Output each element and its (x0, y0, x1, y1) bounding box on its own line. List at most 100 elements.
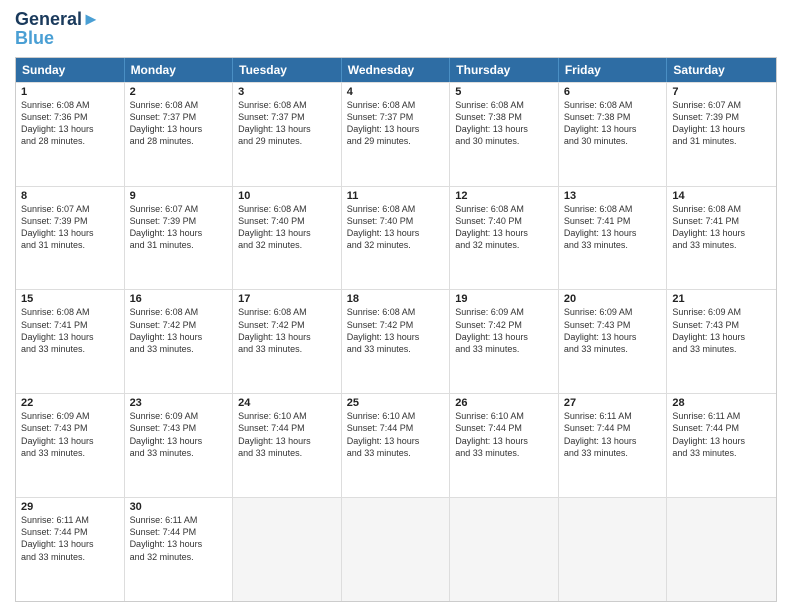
day-cell-15: 15Sunrise: 6:08 AM Sunset: 7:41 PM Dayli… (16, 290, 125, 393)
calendar-body: 1Sunrise: 6:08 AM Sunset: 7:36 PM Daylig… (16, 82, 776, 601)
day-number: 2 (130, 86, 228, 98)
day-cell-11: 11Sunrise: 6:08 AM Sunset: 7:40 PM Dayli… (342, 187, 451, 290)
day-number: 7 (672, 86, 771, 98)
empty-cell (342, 498, 451, 601)
header-cell-wednesday: Wednesday (342, 58, 451, 82)
day-number: 3 (238, 86, 336, 98)
day-number: 29 (21, 501, 119, 513)
day-cell-5: 5Sunrise: 6:08 AM Sunset: 7:38 PM Daylig… (450, 83, 559, 186)
day-cell-2: 2Sunrise: 6:08 AM Sunset: 7:37 PM Daylig… (125, 83, 234, 186)
day-info: Sunrise: 6:08 AM Sunset: 7:40 PM Dayligh… (238, 203, 336, 252)
calendar-row-0: 1Sunrise: 6:08 AM Sunset: 7:36 PM Daylig… (16, 82, 776, 186)
day-info: Sunrise: 6:10 AM Sunset: 7:44 PM Dayligh… (238, 410, 336, 459)
calendar-row-4: 29Sunrise: 6:11 AM Sunset: 7:44 PM Dayli… (16, 497, 776, 601)
calendar-header: SundayMondayTuesdayWednesdayThursdayFrid… (16, 58, 776, 82)
day-info: Sunrise: 6:08 AM Sunset: 7:37 PM Dayligh… (347, 99, 445, 148)
day-info: Sunrise: 6:10 AM Sunset: 7:44 PM Dayligh… (347, 410, 445, 459)
calendar-row-1: 8Sunrise: 6:07 AM Sunset: 7:39 PM Daylig… (16, 186, 776, 290)
day-number: 13 (564, 190, 662, 202)
day-number: 23 (130, 397, 228, 409)
day-cell-21: 21Sunrise: 6:09 AM Sunset: 7:43 PM Dayli… (667, 290, 776, 393)
day-number: 11 (347, 190, 445, 202)
day-cell-3: 3Sunrise: 6:08 AM Sunset: 7:37 PM Daylig… (233, 83, 342, 186)
day-cell-4: 4Sunrise: 6:08 AM Sunset: 7:37 PM Daylig… (342, 83, 451, 186)
day-number: 16 (130, 293, 228, 305)
header: General► Blue (15, 10, 777, 49)
day-cell-26: 26Sunrise: 6:10 AM Sunset: 7:44 PM Dayli… (450, 394, 559, 497)
calendar-row-3: 22Sunrise: 6:09 AM Sunset: 7:43 PM Dayli… (16, 393, 776, 497)
day-cell-16: 16Sunrise: 6:08 AM Sunset: 7:42 PM Dayli… (125, 290, 234, 393)
day-number: 15 (21, 293, 119, 305)
day-info: Sunrise: 6:09 AM Sunset: 7:42 PM Dayligh… (455, 306, 553, 355)
day-info: Sunrise: 6:08 AM Sunset: 7:38 PM Dayligh… (564, 99, 662, 148)
day-info: Sunrise: 6:09 AM Sunset: 7:43 PM Dayligh… (130, 410, 228, 459)
day-info: Sunrise: 6:09 AM Sunset: 7:43 PM Dayligh… (564, 306, 662, 355)
day-info: Sunrise: 6:09 AM Sunset: 7:43 PM Dayligh… (21, 410, 119, 459)
day-number: 9 (130, 190, 228, 202)
day-info: Sunrise: 6:08 AM Sunset: 7:38 PM Dayligh… (455, 99, 553, 148)
day-cell-9: 9Sunrise: 6:07 AM Sunset: 7:39 PM Daylig… (125, 187, 234, 290)
day-number: 22 (21, 397, 119, 409)
day-number: 5 (455, 86, 553, 98)
day-info: Sunrise: 6:08 AM Sunset: 7:36 PM Dayligh… (21, 99, 119, 148)
day-number: 25 (347, 397, 445, 409)
empty-cell (667, 498, 776, 601)
day-number: 21 (672, 293, 771, 305)
header-cell-sunday: Sunday (16, 58, 125, 82)
day-info: Sunrise: 6:11 AM Sunset: 7:44 PM Dayligh… (130, 514, 228, 563)
calendar-row-2: 15Sunrise: 6:08 AM Sunset: 7:41 PM Dayli… (16, 289, 776, 393)
day-info: Sunrise: 6:07 AM Sunset: 7:39 PM Dayligh… (672, 99, 771, 148)
day-info: Sunrise: 6:11 AM Sunset: 7:44 PM Dayligh… (672, 410, 771, 459)
day-number: 30 (130, 501, 228, 513)
day-cell-25: 25Sunrise: 6:10 AM Sunset: 7:44 PM Dayli… (342, 394, 451, 497)
header-cell-tuesday: Tuesday (233, 58, 342, 82)
header-cell-friday: Friday (559, 58, 668, 82)
day-cell-22: 22Sunrise: 6:09 AM Sunset: 7:43 PM Dayli… (16, 394, 125, 497)
day-cell-7: 7Sunrise: 6:07 AM Sunset: 7:39 PM Daylig… (667, 83, 776, 186)
header-cell-monday: Monday (125, 58, 234, 82)
day-cell-27: 27Sunrise: 6:11 AM Sunset: 7:44 PM Dayli… (559, 394, 668, 497)
day-number: 17 (238, 293, 336, 305)
day-cell-24: 24Sunrise: 6:10 AM Sunset: 7:44 PM Dayli… (233, 394, 342, 497)
day-cell-8: 8Sunrise: 6:07 AM Sunset: 7:39 PM Daylig… (16, 187, 125, 290)
day-info: Sunrise: 6:08 AM Sunset: 7:41 PM Dayligh… (21, 306, 119, 355)
day-cell-13: 13Sunrise: 6:08 AM Sunset: 7:41 PM Dayli… (559, 187, 668, 290)
day-cell-6: 6Sunrise: 6:08 AM Sunset: 7:38 PM Daylig… (559, 83, 668, 186)
day-cell-20: 20Sunrise: 6:09 AM Sunset: 7:43 PM Dayli… (559, 290, 668, 393)
day-cell-29: 29Sunrise: 6:11 AM Sunset: 7:44 PM Dayli… (16, 498, 125, 601)
day-info: Sunrise: 6:08 AM Sunset: 7:42 PM Dayligh… (347, 306, 445, 355)
day-cell-28: 28Sunrise: 6:11 AM Sunset: 7:44 PM Dayli… (667, 394, 776, 497)
header-cell-thursday: Thursday (450, 58, 559, 82)
day-cell-14: 14Sunrise: 6:08 AM Sunset: 7:41 PM Dayli… (667, 187, 776, 290)
day-cell-19: 19Sunrise: 6:09 AM Sunset: 7:42 PM Dayli… (450, 290, 559, 393)
empty-cell (450, 498, 559, 601)
day-number: 27 (564, 397, 662, 409)
day-number: 1 (21, 86, 119, 98)
day-number: 19 (455, 293, 553, 305)
day-info: Sunrise: 6:07 AM Sunset: 7:39 PM Dayligh… (130, 203, 228, 252)
day-cell-10: 10Sunrise: 6:08 AM Sunset: 7:40 PM Dayli… (233, 187, 342, 290)
day-info: Sunrise: 6:11 AM Sunset: 7:44 PM Dayligh… (564, 410, 662, 459)
day-number: 10 (238, 190, 336, 202)
day-info: Sunrise: 6:08 AM Sunset: 7:42 PM Dayligh… (130, 306, 228, 355)
day-info: Sunrise: 6:08 AM Sunset: 7:40 PM Dayligh… (455, 203, 553, 252)
day-number: 26 (455, 397, 553, 409)
page: General► Blue SundayMondayTuesdayWednesd… (0, 0, 792, 612)
day-cell-12: 12Sunrise: 6:08 AM Sunset: 7:40 PM Dayli… (450, 187, 559, 290)
day-info: Sunrise: 6:08 AM Sunset: 7:41 PM Dayligh… (564, 203, 662, 252)
logo-line2: Blue (15, 28, 54, 49)
day-cell-1: 1Sunrise: 6:08 AM Sunset: 7:36 PM Daylig… (16, 83, 125, 186)
day-info: Sunrise: 6:11 AM Sunset: 7:44 PM Dayligh… (21, 514, 119, 563)
day-cell-23: 23Sunrise: 6:09 AM Sunset: 7:43 PM Dayli… (125, 394, 234, 497)
day-number: 20 (564, 293, 662, 305)
day-cell-30: 30Sunrise: 6:11 AM Sunset: 7:44 PM Dayli… (125, 498, 234, 601)
day-number: 18 (347, 293, 445, 305)
day-info: Sunrise: 6:08 AM Sunset: 7:42 PM Dayligh… (238, 306, 336, 355)
day-number: 28 (672, 397, 771, 409)
day-number: 8 (21, 190, 119, 202)
day-info: Sunrise: 6:10 AM Sunset: 7:44 PM Dayligh… (455, 410, 553, 459)
day-number: 14 (672, 190, 771, 202)
day-info: Sunrise: 6:07 AM Sunset: 7:39 PM Dayligh… (21, 203, 119, 252)
day-info: Sunrise: 6:08 AM Sunset: 7:37 PM Dayligh… (130, 99, 228, 148)
day-number: 6 (564, 86, 662, 98)
